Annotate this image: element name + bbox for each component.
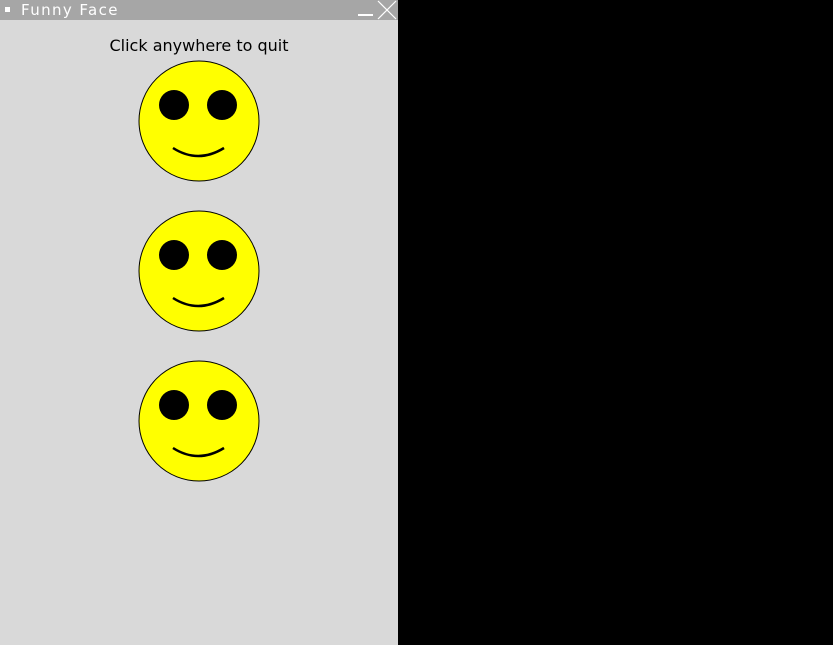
face-circle	[138, 360, 260, 482]
close-button[interactable]	[376, 0, 398, 20]
minimize-icon	[358, 14, 373, 16]
face-circle	[138, 210, 260, 332]
title-bar[interactable]: Funny Face	[0, 0, 398, 20]
minimize-button[interactable]	[354, 0, 376, 20]
right-eye	[207, 240, 237, 270]
close-icon	[377, 0, 397, 20]
window-title: Funny Face	[21, 1, 119, 19]
right-eye	[207, 90, 237, 120]
right-eye	[207, 390, 237, 420]
left-eye	[159, 240, 189, 270]
smiley-face-1	[138, 60, 260, 182]
face-circle	[138, 60, 260, 182]
left-eye	[159, 390, 189, 420]
drawing-canvas[interactable]: Click anywhere to quit	[0, 20, 398, 645]
app-window: Funny Face Click anywhere to quit	[0, 0, 398, 645]
window-menu-icon[interactable]	[5, 7, 10, 12]
left-eye	[159, 90, 189, 120]
instruction-text: Click anywhere to quit	[109, 36, 289, 55]
smiley-face-3	[138, 360, 260, 482]
smiley-face-2	[138, 210, 260, 332]
